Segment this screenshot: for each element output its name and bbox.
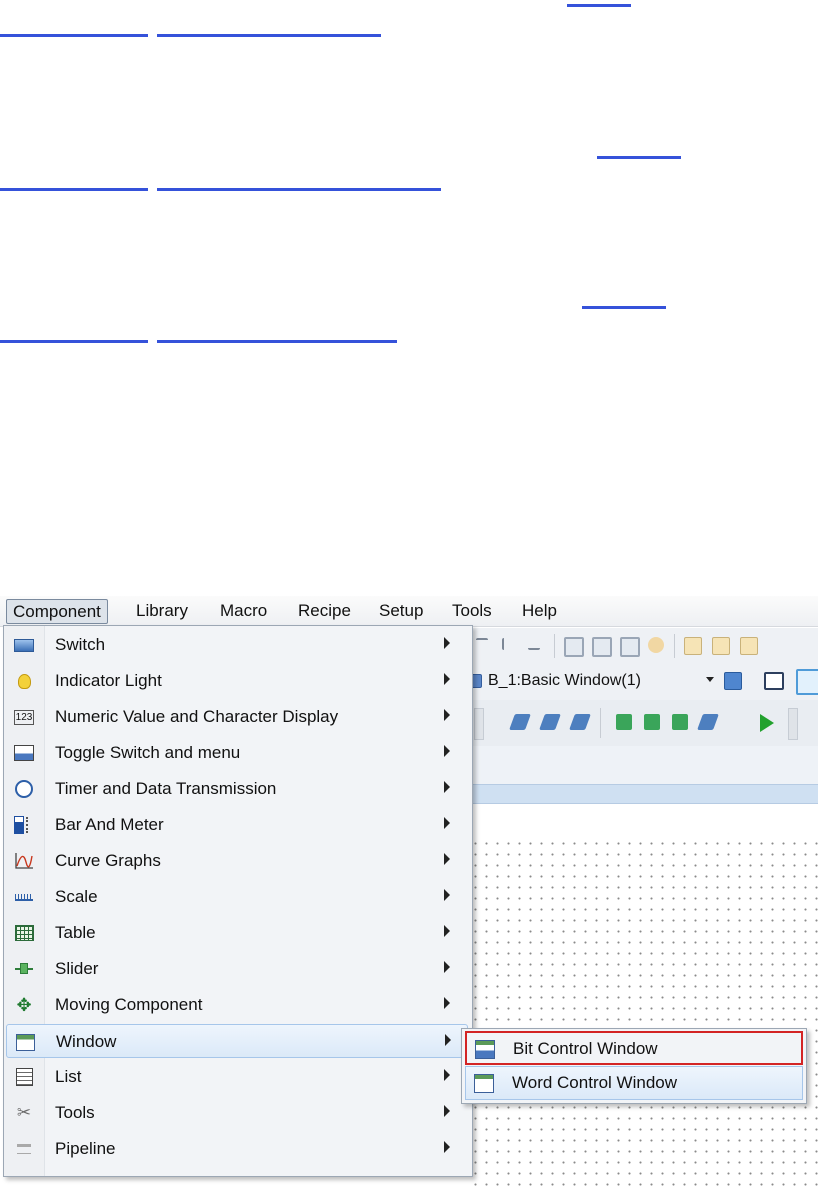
menu-setup[interactable]: Setup	[373, 599, 429, 622]
window-tab-band	[470, 784, 818, 804]
bar-meter-icon	[14, 816, 34, 834]
menu-component[interactable]: Component	[6, 599, 108, 624]
same-width-icon[interactable]	[592, 637, 612, 657]
submenu-arrow-icon	[444, 637, 450, 649]
menu-item-timer[interactable]: Timer and Data Transmission	[6, 772, 468, 806]
app-screenshot: Component Library Macro Recipe Setup Too…	[0, 588, 818, 1187]
tools-icon: ✂	[16, 1103, 32, 1122]
menu-item-tools[interactable]: ✂ Tools	[6, 1096, 468, 1130]
toolbar-window: B_1:Basic Window(1)	[470, 664, 818, 700]
link-underline[interactable]	[157, 340, 397, 343]
toolbar-spacer	[470, 746, 818, 784]
align-middle-icon[interactable]	[502, 638, 514, 650]
window-list-icon[interactable]	[796, 669, 818, 695]
submenu-arrow-icon	[444, 817, 450, 829]
link-underline[interactable]	[0, 188, 148, 191]
link-underline[interactable]	[597, 156, 681, 159]
download-icon[interactable]	[644, 714, 660, 730]
clock-icon	[14, 780, 34, 798]
menu-item-word-control-window[interactable]: Word Control Window	[465, 1066, 803, 1100]
submenu-arrow-icon	[444, 745, 450, 757]
menu-item-bit-control-window[interactable]: Bit Control Window	[465, 1031, 803, 1065]
open-window-icon[interactable]	[764, 672, 784, 690]
slider-icon	[14, 960, 34, 978]
disconnect-icon[interactable]	[569, 714, 591, 730]
group-icon[interactable]	[740, 637, 758, 655]
pipeline-icon	[14, 1140, 34, 1158]
menu-bar: Component Library Macro Recipe Setup Too…	[0, 596, 818, 627]
toggle-switch-icon	[14, 744, 34, 762]
distribute-icon[interactable]	[564, 637, 584, 657]
window-icon	[15, 1033, 35, 1051]
switch-icon	[14, 636, 34, 654]
menu-macro[interactable]: Macro	[214, 599, 273, 622]
submenu-arrow-icon	[444, 673, 450, 685]
submenu-arrow-icon	[444, 1141, 450, 1153]
submenu-arrow-icon	[444, 997, 450, 1009]
send-back-icon[interactable]	[712, 637, 730, 655]
submenu-arrow-icon	[444, 961, 450, 973]
move-arrows-icon: ✥	[16, 994, 32, 1015]
toolbar-align	[470, 628, 818, 664]
link-underline[interactable]	[582, 306, 666, 309]
palette-icon[interactable]	[648, 637, 664, 653]
component-dropdown-menu: Switch Indicator Light 123 Numeric Value…	[3, 625, 473, 1177]
submenu-arrow-icon	[444, 925, 450, 937]
transfer-icon[interactable]	[697, 714, 719, 730]
design-canvas[interactable]	[470, 838, 818, 1187]
menu-help[interactable]: Help	[516, 599, 563, 622]
go-to-window-icon[interactable]	[724, 672, 742, 690]
submenu-arrow-icon	[444, 853, 450, 865]
link-underline[interactable]	[0, 34, 148, 37]
submenu-arrow-icon	[444, 1069, 450, 1081]
word-control-window-icon	[474, 1074, 496, 1094]
scale-icon	[14, 888, 34, 906]
link-underline[interactable]	[0, 340, 148, 343]
same-size-icon[interactable]	[620, 637, 640, 657]
menu-tools[interactable]: Tools	[446, 599, 498, 622]
menu-item-table[interactable]: Table	[6, 916, 468, 950]
menu-item-switch[interactable]: Switch	[6, 628, 468, 662]
menu-item-toggle-switch[interactable]: Toggle Switch and menu	[6, 736, 468, 770]
download-link-icon[interactable]	[539, 714, 561, 730]
align-bottom-icon[interactable]	[528, 638, 540, 650]
list-icon	[14, 1068, 34, 1086]
menu-item-curve-graphs[interactable]: Curve Graphs	[6, 844, 468, 878]
compile-icon[interactable]	[616, 714, 632, 730]
table-icon	[14, 924, 34, 942]
link-underline[interactable]	[157, 188, 441, 191]
upload-link-icon[interactable]	[509, 714, 531, 730]
toolbar-transfer	[470, 700, 818, 747]
submenu-arrow-icon	[444, 889, 450, 901]
align-top-icon[interactable]	[476, 638, 488, 650]
menu-recipe[interactable]: Recipe	[292, 599, 357, 622]
bring-front-icon[interactable]	[684, 637, 702, 655]
menu-item-moving-component[interactable]: ✥ Moving Component	[6, 988, 468, 1022]
bit-control-window-icon	[475, 1040, 497, 1060]
submenu-arrow-icon	[444, 1105, 450, 1117]
upload-icon[interactable]	[672, 714, 688, 730]
lightbulb-icon	[14, 672, 34, 690]
menu-item-bar-meter[interactable]: Bar And Meter	[6, 808, 468, 842]
chevron-down-icon[interactable]	[706, 677, 714, 682]
menu-item-pipeline[interactable]: Pipeline	[6, 1132, 468, 1166]
play-icon[interactable]	[760, 714, 774, 732]
submenu-arrow-icon	[444, 781, 450, 793]
menu-item-indicator-light[interactable]: Indicator Light	[6, 664, 468, 698]
window-selector[interactable]: B_1:Basic Window(1)	[488, 671, 641, 691]
menu-item-scale[interactable]: Scale	[6, 880, 468, 914]
numeric-123-icon: 123	[13, 709, 35, 725]
menu-item-list[interactable]: List	[6, 1060, 468, 1094]
window-submenu: Bit Control Window Word Control Window	[461, 1028, 807, 1104]
curve-graph-icon	[14, 852, 34, 870]
link-underline[interactable]	[567, 4, 631, 7]
submenu-arrow-icon	[444, 709, 450, 721]
submenu-arrow-icon	[445, 1034, 451, 1046]
menu-item-window[interactable]: Window	[6, 1024, 468, 1058]
menu-item-numeric-display[interactable]: 123 Numeric Value and Character Display	[6, 700, 468, 734]
menu-library[interactable]: Library	[130, 599, 194, 622]
menu-item-slider[interactable]: Slider	[6, 952, 468, 986]
link-underline[interactable]	[157, 34, 381, 37]
